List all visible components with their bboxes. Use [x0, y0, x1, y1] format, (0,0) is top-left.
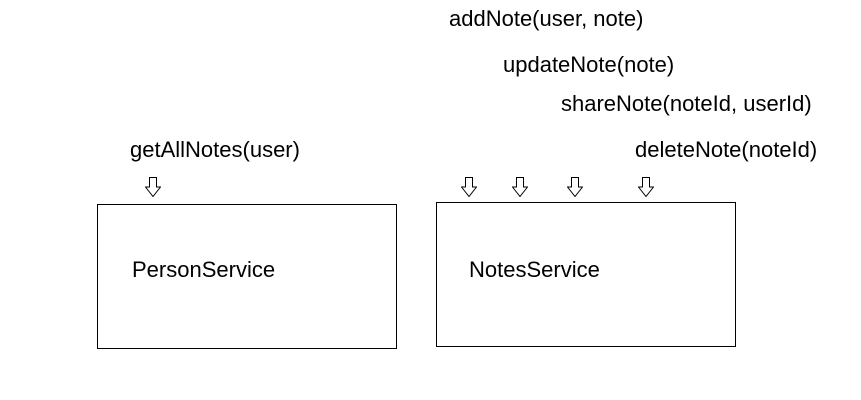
hollow-down-arrow-icon — [461, 177, 477, 197]
person-service-box: PersonService — [97, 204, 397, 349]
method-label-delete-note: deleteNote(noteId) — [635, 137, 818, 162]
notes-service-title: NotesService — [469, 257, 600, 282]
method-label-update-note: updateNote(note) — [503, 52, 675, 77]
hollow-down-arrow-icon — [567, 177, 583, 197]
method-label-share-note: shareNote(noteId, userId) — [561, 91, 812, 116]
method-label-add-note: addNote(user, note) — [449, 6, 644, 31]
hollow-down-arrow-icon — [512, 177, 528, 197]
hollow-down-arrow-icon — [638, 177, 654, 197]
method-label-get-all-notes: getAllNotes(user) — [130, 137, 300, 162]
hollow-down-arrow-icon — [145, 177, 161, 197]
person-service-title: PersonService — [132, 257, 276, 282]
notes-service-box: NotesService — [436, 202, 736, 347]
